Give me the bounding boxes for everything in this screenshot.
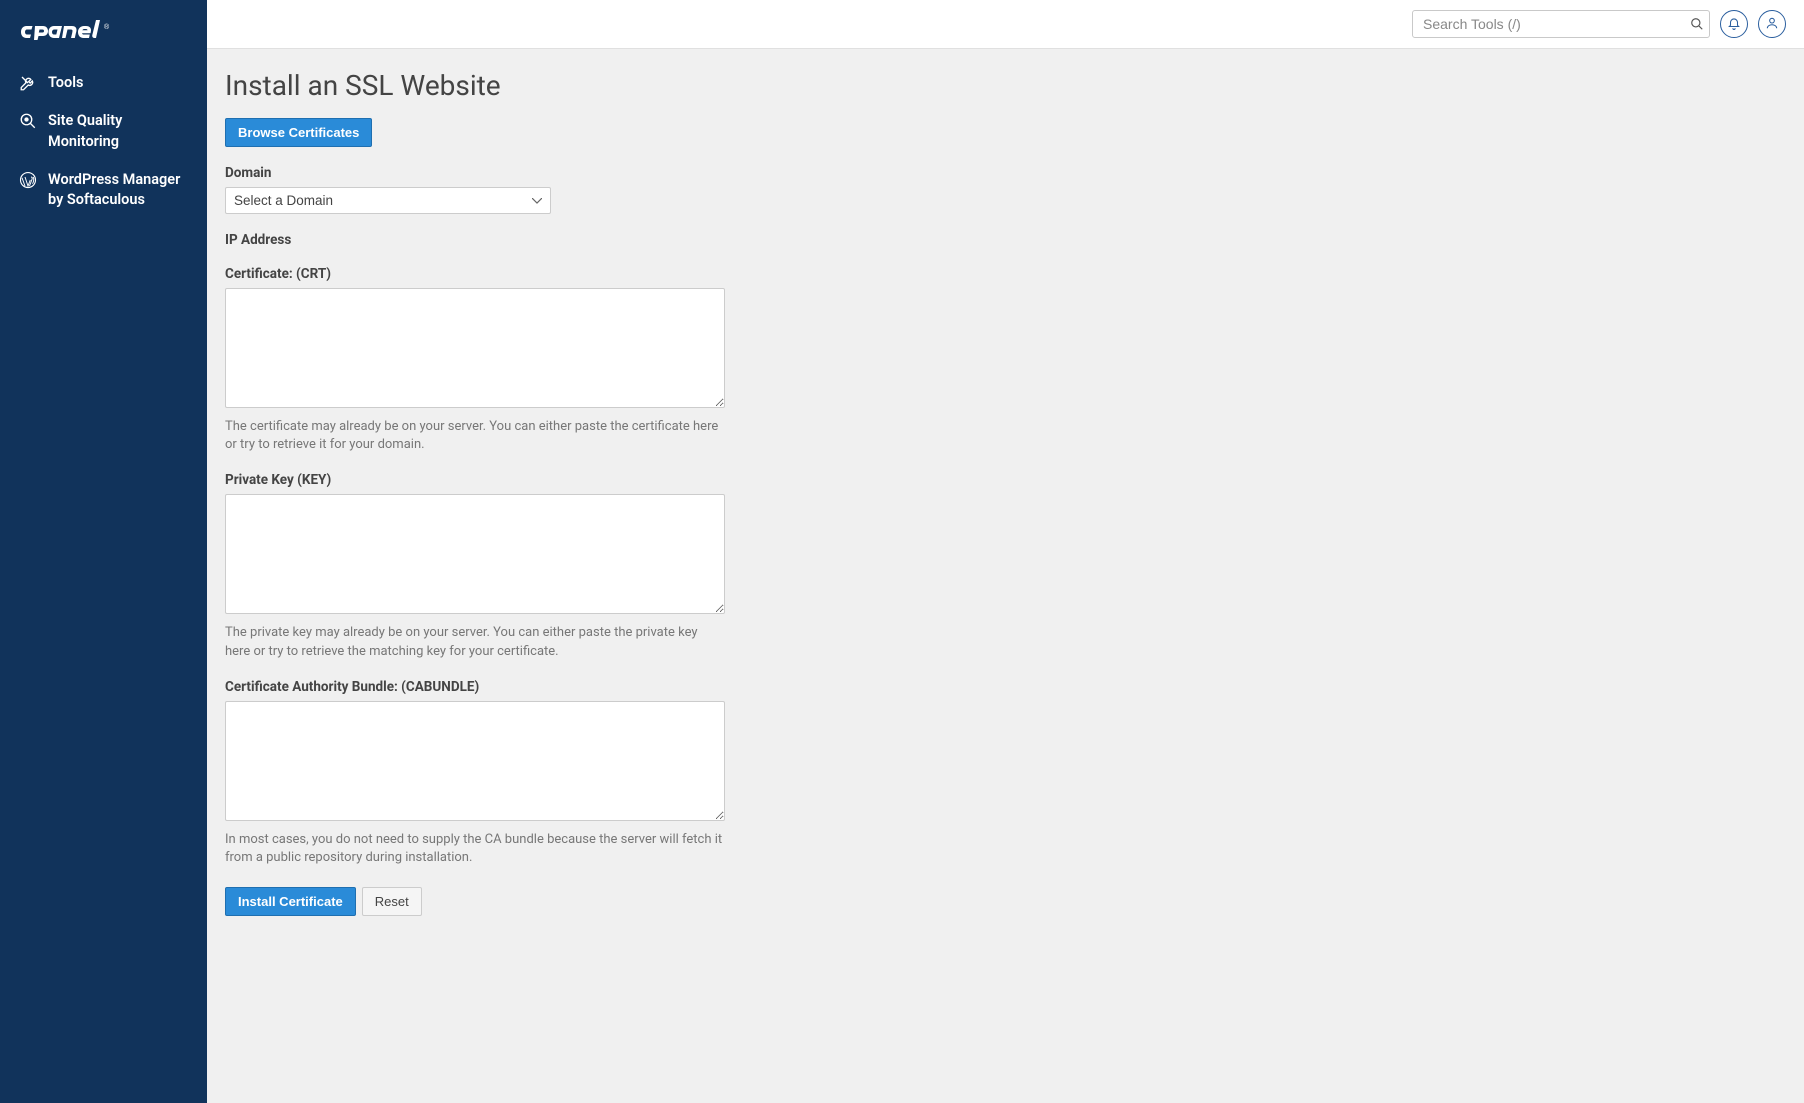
cabundle-label: Certificate Authority Bundle: (CABUNDLE) — [225, 679, 1786, 695]
sidebar-item-label: WordPress Manager by Softaculous — [48, 170, 189, 211]
search-icon[interactable] — [1690, 17, 1704, 31]
svg-text:®: ® — [104, 23, 110, 31]
sidebar-item-site-quality[interactable]: Site Quality Monitoring — [0, 102, 207, 161]
crt-textarea[interactable] — [225, 288, 725, 408]
key-textarea[interactable] — [225, 494, 725, 614]
user-icon — [1765, 16, 1779, 33]
sidebar: ® Tools — [0, 0, 207, 1103]
magnifier-gear-icon — [18, 111, 38, 131]
main-area: Install an SSL Website Browse Certificat… — [207, 0, 1804, 1103]
sidebar-item-label: Site Quality Monitoring — [48, 111, 189, 152]
cpanel-logo[interactable]: ® — [0, 15, 207, 64]
bell-icon — [1727, 16, 1741, 33]
crt-label: Certificate: (CRT) — [225, 266, 1786, 282]
domain-select[interactable]: Select a Domain — [225, 187, 551, 214]
sidebar-item-tools[interactable]: Tools — [0, 64, 207, 102]
user-button[interactable] — [1758, 10, 1786, 38]
browse-certificates-button[interactable]: Browse Certificates — [225, 118, 372, 147]
content: Install an SSL Website Browse Certificat… — [207, 49, 1804, 936]
ip-label: IP Address — [225, 232, 1786, 248]
notifications-button[interactable] — [1720, 10, 1748, 38]
key-label: Private Key (KEY) — [225, 472, 1786, 488]
install-certificate-button[interactable]: Install Certificate — [225, 887, 356, 916]
tools-icon — [18, 73, 38, 93]
crt-help-text: The certificate may already be on your s… — [225, 418, 725, 454]
domain-label: Domain — [225, 165, 1786, 181]
topbar — [207, 0, 1804, 49]
key-help-text: The private key may already be on your s… — [225, 624, 725, 660]
page-title: Install an SSL Website — [225, 69, 1786, 102]
wordpress-icon — [18, 170, 38, 190]
cabundle-help-text: In most cases, you do not need to supply… — [225, 831, 725, 867]
sidebar-item-wordpress[interactable]: WordPress Manager by Softaculous — [0, 161, 207, 220]
cabundle-textarea[interactable] — [225, 701, 725, 821]
search-input[interactable] — [1412, 10, 1710, 38]
reset-button[interactable]: Reset — [362, 887, 422, 916]
sidebar-item-label: Tools — [48, 73, 83, 93]
